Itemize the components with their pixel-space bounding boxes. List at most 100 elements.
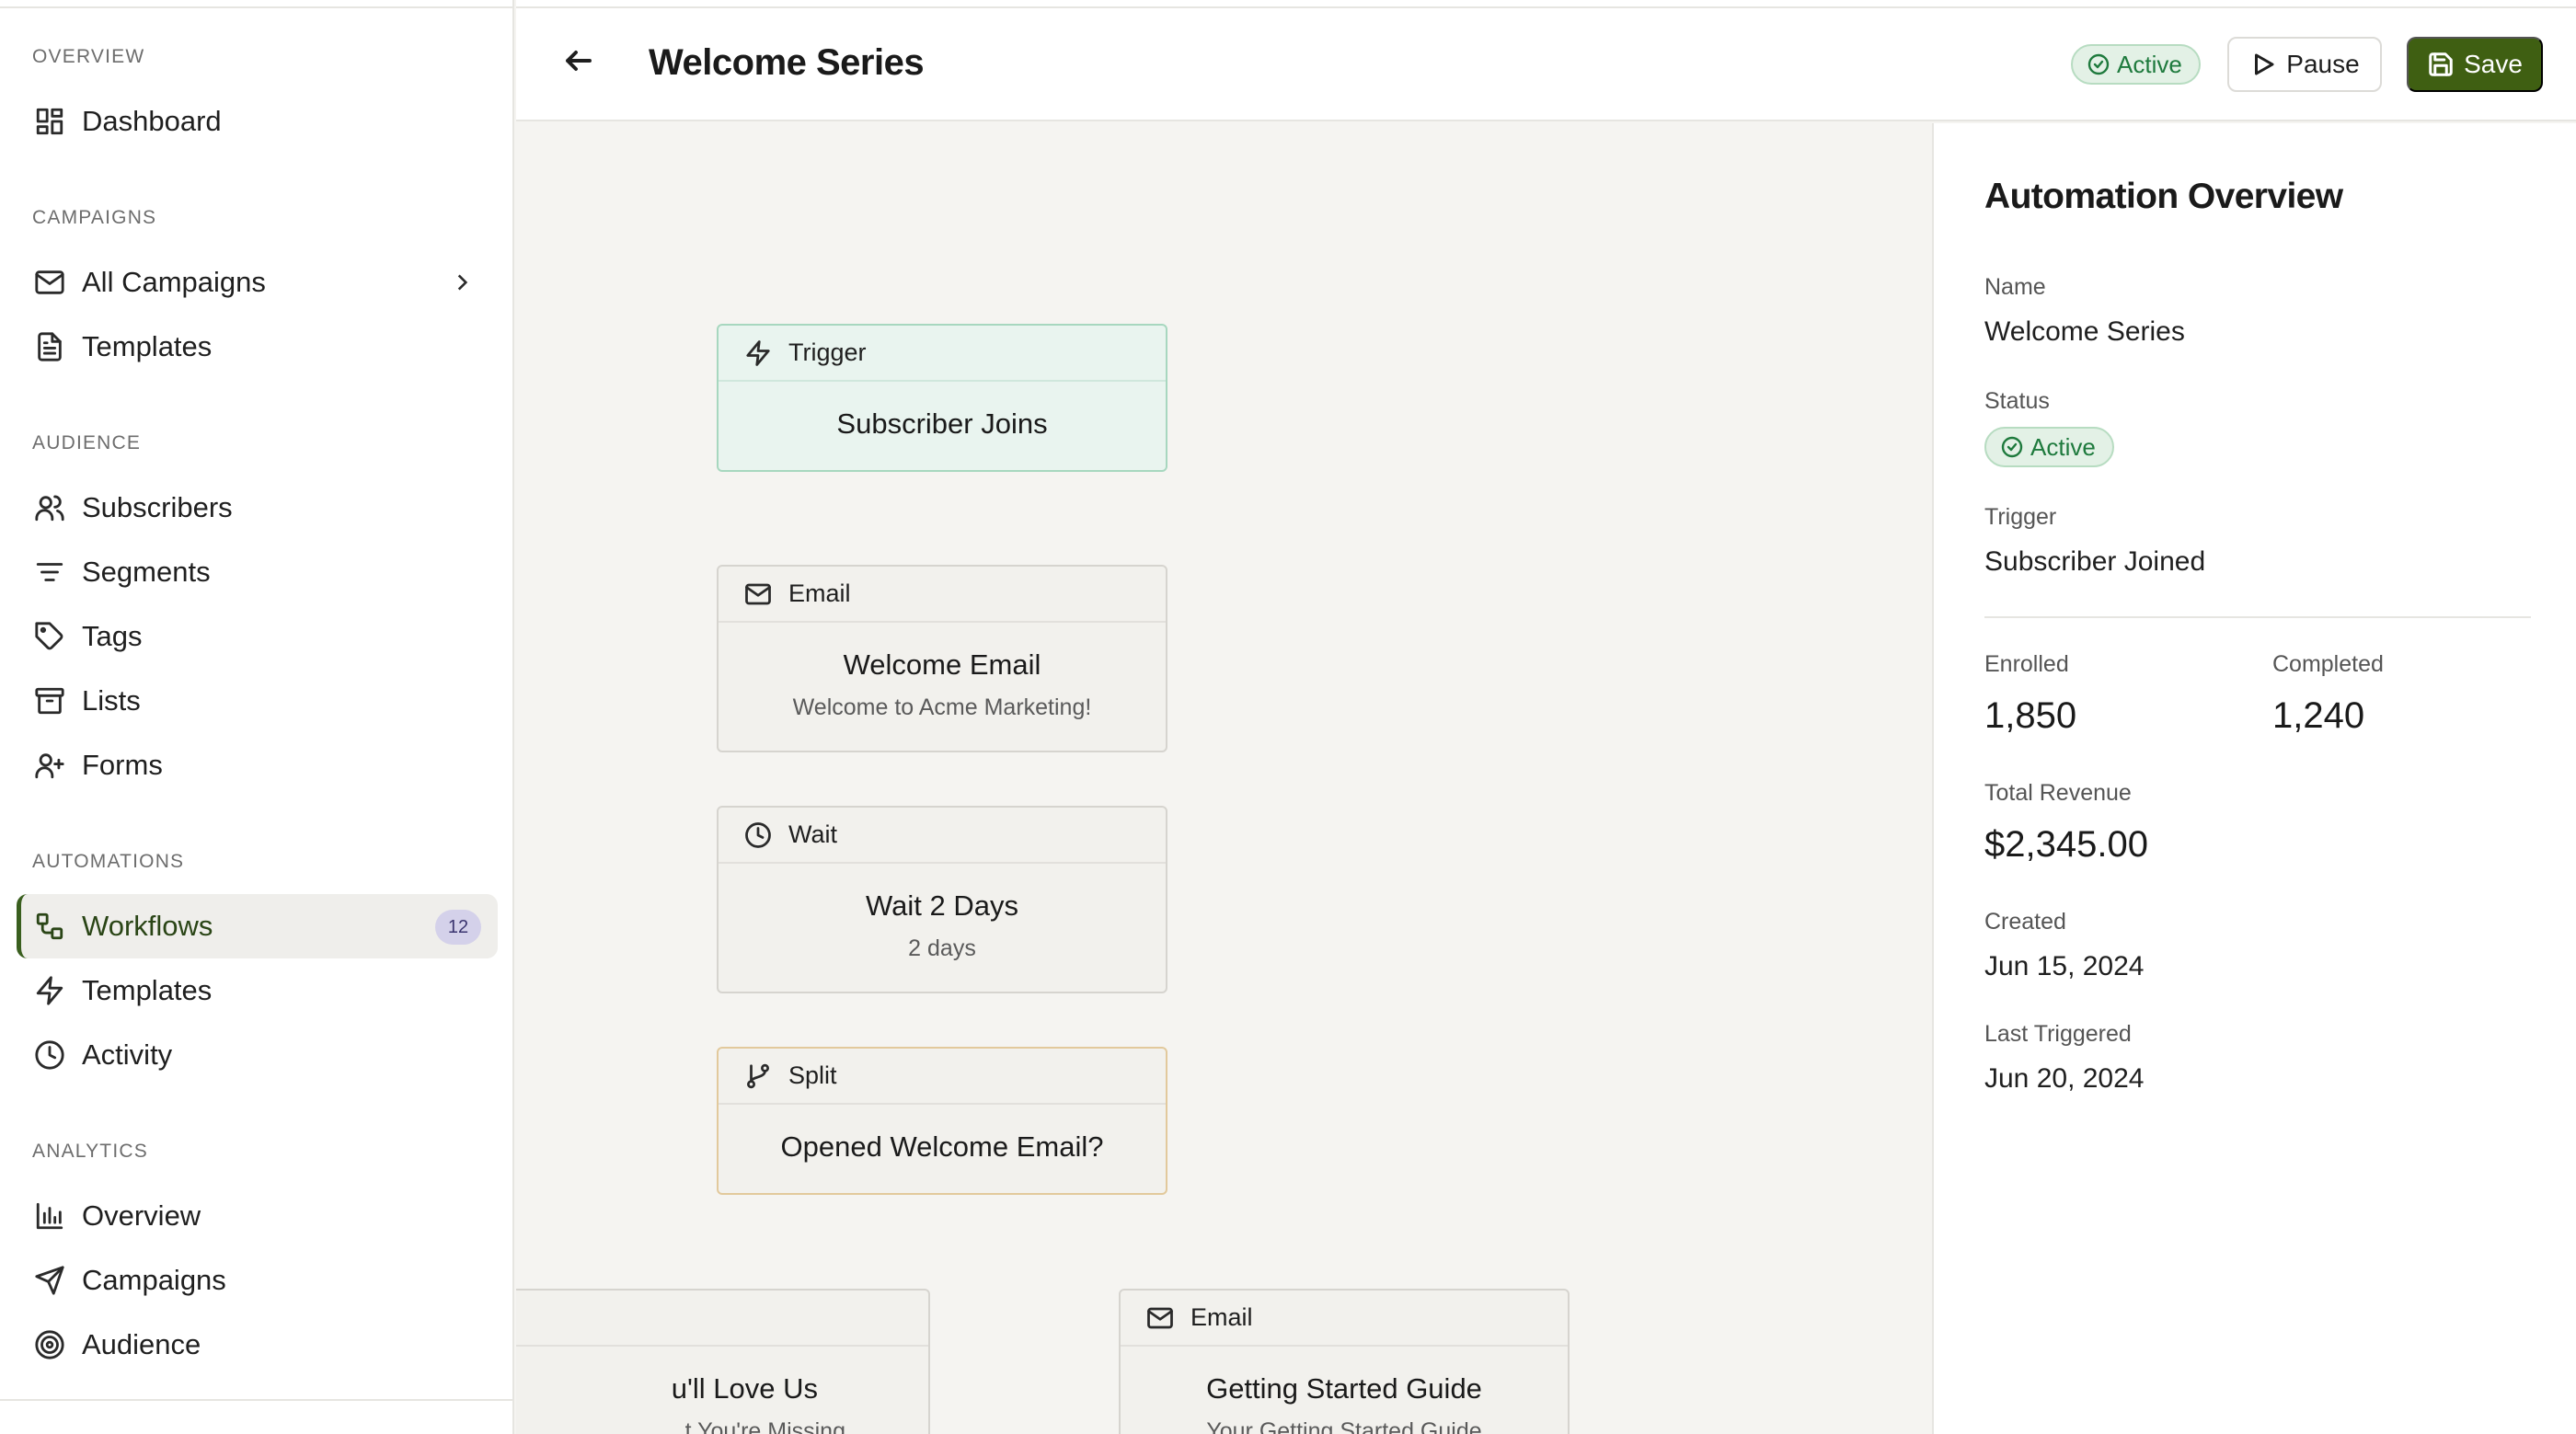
sidebar-item-label: Tags: [82, 620, 143, 652]
zap-icon: [32, 973, 67, 1008]
sidebar-item-automation-templates[interactable]: Templates: [17, 958, 498, 1023]
save-button[interactable]: Save: [2407, 37, 2543, 92]
node-type-label: Email: [788, 579, 851, 607]
sidebar-item-subscribers[interactable]: Subscribers: [17, 476, 498, 540]
workflows-count-badge: 12: [435, 910, 481, 945]
bar-chart-icon: [32, 1199, 67, 1233]
document-icon: [32, 329, 67, 364]
node-subtitle: t You're Missing: [684, 1418, 845, 1434]
mail-icon: [1147, 1307, 1173, 1328]
overview-title: Automation Overview: [1984, 177, 2343, 216]
total-revenue-label: Total Revenue: [1984, 780, 2132, 806]
check-circle-icon: [2001, 436, 2023, 458]
sidebar-item-templates[interactable]: Templates: [17, 315, 498, 379]
sidebar-item-activity[interactable]: Activity: [17, 1023, 498, 1087]
last-triggered-label: Last Triggered: [1984, 1021, 2132, 1047]
section-label-overview: OVERVIEW: [32, 46, 145, 67]
check-circle-icon: [2087, 53, 2110, 75]
clock-icon: [32, 1038, 67, 1073]
workflow-node-trigger[interactable]: Trigger Subscriber Joins: [717, 324, 1167, 472]
node-type-label: Wait: [788, 820, 837, 848]
archive-icon: [32, 683, 67, 718]
status-label: Status: [1984, 388, 2050, 414]
name-value: Welcome Series: [1984, 316, 2185, 347]
node-header: [516, 1291, 928, 1347]
section-label-campaigns: CAMPAIGNS: [32, 207, 157, 228]
sidebar-item-forms[interactable]: Forms: [17, 733, 498, 797]
overview-status-label: Active: [2030, 432, 2096, 461]
sidebar-item-workflows[interactable]: Workflows 12: [17, 894, 498, 958]
node-type-label: Email: [1190, 1303, 1253, 1331]
sidebar-item-lists[interactable]: Lists: [17, 669, 498, 733]
sidebar-item-label: Templates: [82, 330, 213, 362]
node-title: Welcome Email: [843, 648, 1041, 681]
workflow-node-wait[interactable]: Wait Wait 2 Days 2 days: [717, 806, 1167, 993]
completed-label: Completed: [2272, 651, 2384, 677]
dashboard-icon: [32, 104, 67, 139]
workflow-node-split[interactable]: Split Opened Welcome Email?: [717, 1047, 1167, 1195]
node-header: Email: [1121, 1291, 1568, 1347]
section-label-audience: AUDIENCE: [32, 432, 142, 453]
status-badge: Active: [2071, 44, 2201, 85]
mail-icon: [32, 265, 67, 300]
sidebar-item-label: Subscribers: [82, 491, 233, 523]
automation-overview-panel: Automation Overview Name Welcome Series …: [1932, 123, 2576, 1434]
overview-status-badge: Active: [1984, 427, 2114, 467]
node-header: Wait: [719, 808, 1166, 864]
overview-divider: [1984, 616, 2531, 618]
status-badge-label: Active: [2117, 50, 2182, 78]
sidebar: OVERVIEW Dashboard CAMPAIGNS All Campaig…: [0, 0, 514, 1434]
back-arrow-icon[interactable]: [562, 44, 599, 81]
sidebar-item-analytics-audience[interactable]: Audience: [17, 1313, 498, 1377]
node-title: Subscriber Joins: [836, 407, 1048, 440]
sidebar-bottom-divider: [0, 1399, 514, 1401]
name-label: Name: [1984, 274, 2046, 300]
pause-button-label: Pause: [2286, 50, 2360, 78]
sidebar-item-all-campaigns[interactable]: All Campaigns: [17, 250, 498, 315]
user-plus-icon: [32, 748, 67, 783]
sidebar-item-label: Overview: [82, 1199, 201, 1232]
mail-icon: [745, 583, 771, 604]
sidebar-item-label: Lists: [82, 684, 141, 717]
created-value: Jun 15, 2024: [1984, 951, 2145, 981]
sidebar-item-dashboard[interactable]: Dashboard: [17, 89, 498, 154]
page-header: Welcome Series Active Pause Save: [516, 0, 2576, 121]
workflow-node-email-branch-left[interactable]: u'll Love Us t You're Missing: [516, 1289, 930, 1434]
node-type-label: Trigger: [788, 338, 867, 366]
sidebar-item-tags[interactable]: Tags: [17, 604, 498, 669]
play-icon: [2255, 53, 2274, 75]
node-title: Getting Started Guide: [1206, 1372, 1482, 1405]
zap-icon: [746, 339, 770, 366]
chevron-right-icon[interactable]: [450, 270, 474, 294]
page-title: Welcome Series: [649, 42, 925, 83]
tag-icon: [32, 619, 67, 654]
sidebar-item-label: Forms: [82, 749, 163, 781]
sidebar-item-label: Templates: [82, 974, 213, 1006]
last-triggered-value: Jun 20, 2024: [1984, 1063, 2145, 1094]
total-revenue-value: $2,345.00: [1984, 824, 2148, 865]
sidebar-item-label: Dashboard: [82, 105, 222, 137]
trigger-value: Subscriber Joined: [1984, 546, 2206, 577]
sidebar-item-label: Campaigns: [82, 1264, 226, 1296]
sidebar-item-analytics-overview[interactable]: Overview: [17, 1184, 498, 1248]
node-subtitle: 2 days: [908, 935, 976, 961]
workflow-icon: [32, 909, 67, 944]
node-type-label: Split: [788, 1061, 837, 1089]
pause-button[interactable]: Pause: [2227, 37, 2382, 92]
node-title: Opened Welcome Email?: [780, 1130, 1104, 1163]
sidebar-item-label: Segments: [82, 556, 211, 588]
enrolled-label: Enrolled: [1984, 651, 2069, 677]
clock-icon: [745, 821, 771, 848]
workflow-node-email-branch-right[interactable]: Email Getting Started Guide Your Getting…: [1119, 1289, 1570, 1434]
node-title: u'll Love Us: [671, 1372, 818, 1405]
workflow-canvas[interactable]: Trigger Subscriber Joins Email Welcome E…: [516, 123, 1932, 1434]
section-label-analytics: ANALYTICS: [32, 1141, 148, 1162]
workflow-node-email[interactable]: Email Welcome Email Welcome to Acme Mark…: [717, 565, 1167, 752]
node-header: Email: [719, 567, 1166, 623]
sidebar-item-segments[interactable]: Segments: [17, 540, 498, 604]
sidebar-top-divider: [0, 0, 514, 8]
trigger-label: Trigger: [1984, 504, 2057, 530]
node-subtitle: Your Getting Started Guide: [1206, 1418, 1482, 1434]
header-top-divider: [516, 0, 2576, 8]
sidebar-item-analytics-campaigns[interactable]: Campaigns: [17, 1248, 498, 1313]
